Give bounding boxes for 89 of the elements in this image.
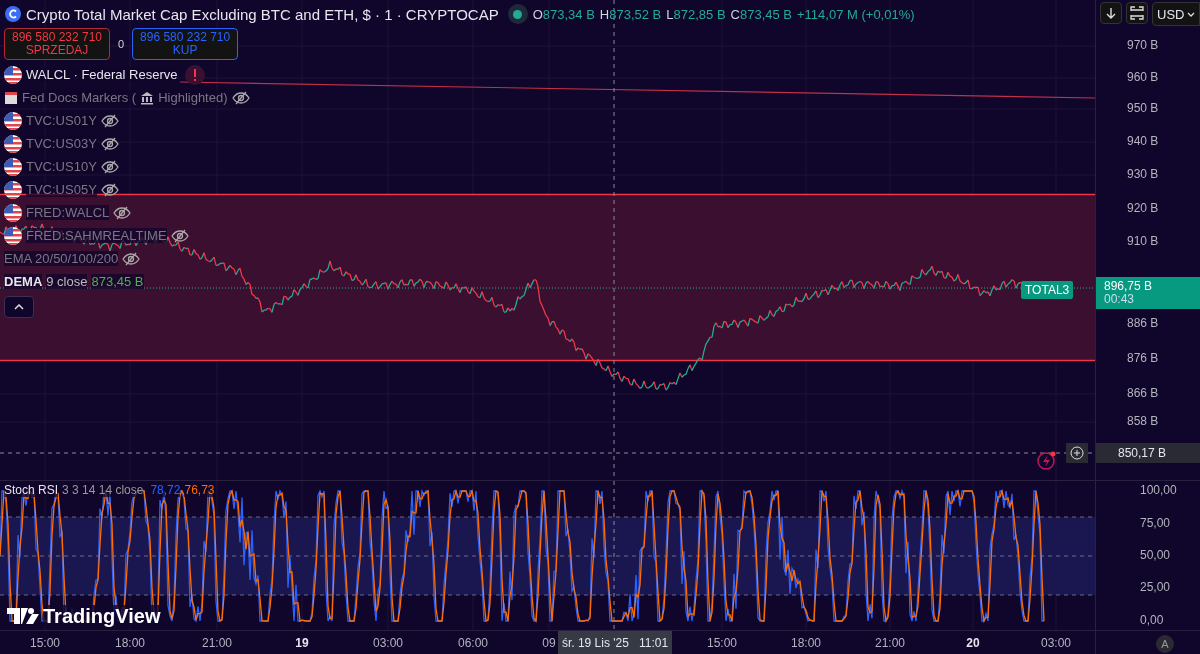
arrow-down-icon: [1106, 7, 1116, 19]
spread-value: 0: [118, 38, 125, 50]
rsi-label: 50,00: [1140, 548, 1171, 562]
ohlc-value: C873,45 B: [730, 6, 792, 22]
price-label: 876 B: [1127, 351, 1159, 365]
lightning-icon[interactable]: [1037, 451, 1056, 470]
plus-icon: [1070, 446, 1084, 460]
time-label: 03:00: [1041, 636, 1071, 650]
time-label: 21:00: [875, 636, 905, 650]
indicator-name[interactable]: Stoch RSI: [4, 483, 59, 497]
price-label: 970 B: [1127, 38, 1159, 52]
legend-label[interactable]: EMA 20/50/100/200: [4, 251, 119, 266]
warning-icon[interactable]: [185, 64, 206, 85]
currency-dropdown[interactable]: USD: [1152, 2, 1200, 26]
legend-label[interactable]: TVC:US10Y: [26, 159, 97, 174]
ohlc-value: O873,34 B: [532, 6, 595, 22]
legend-label[interactable]: FRED:WALCL: [26, 205, 110, 220]
time-label: 21:00: [202, 636, 232, 650]
rsi-label: 75,00: [1140, 516, 1171, 530]
rsi-label: 25,00: [1140, 580, 1171, 594]
legend-label[interactable]: WALCL · Federal Reserve: [26, 67, 178, 82]
indicator-value: 78,72: [150, 483, 181, 497]
time-label: 18:00: [115, 636, 145, 650]
flag-icon: [4, 111, 22, 130]
indicator-params: 3 3 14 14 close: [62, 483, 144, 497]
price-label: 858 B: [1127, 414, 1159, 428]
bank-icon: [140, 90, 155, 105]
ohlc-value: H873,52 B: [599, 6, 662, 22]
indicator-value: 873,45 B: [91, 274, 144, 289]
price-label: 950 B: [1127, 101, 1159, 115]
ohlc-value: L872,85 B: [666, 6, 726, 22]
price-label: 886 B: [1127, 316, 1159, 330]
price-label: 940 B: [1127, 134, 1159, 148]
legend-label[interactable]: TVC:US05Y: [26, 182, 97, 197]
price-label: 910 B: [1127, 234, 1159, 248]
legend-label[interactable]: Fed Docs Markers (: [22, 90, 137, 105]
eye-off-icon[interactable]: [100, 159, 119, 174]
auto-scale-button[interactable]: A: [1156, 635, 1174, 653]
legend-label[interactable]: DEMA: [4, 274, 43, 289]
caret-icon: [14, 304, 24, 310]
price-change: +114,07 M (+0,01%): [797, 6, 915, 22]
time-label: 19: [295, 636, 309, 650]
legend-label[interactable]: TVC:US01Y: [26, 113, 97, 128]
eye-off-icon[interactable]: [100, 113, 119, 128]
flag-icon: [4, 180, 22, 199]
calendar-icon: [4, 90, 18, 105]
time-label: 20: [966, 636, 980, 650]
indicator-params: 9 close: [46, 274, 88, 289]
price-label: 866 B: [1127, 386, 1159, 400]
rsi-label: 0,00: [1140, 613, 1164, 627]
time-label: 06:00: [458, 636, 488, 650]
fullscreen-button[interactable]: [1126, 2, 1148, 24]
eye-off-icon[interactable]: [100, 136, 119, 151]
eye-off-icon[interactable]: [231, 90, 250, 105]
download-button[interactable]: [1100, 2, 1122, 24]
eye-off-icon[interactable]: [122, 251, 141, 266]
caret-icon: [1187, 11, 1195, 17]
legend-label: Highlighted): [158, 90, 228, 105]
crosshair-date: śr. 19 Lis '25 11:01: [558, 631, 672, 654]
legend-label[interactable]: FRED:SAHMREALTIME: [26, 228, 167, 243]
time-label: 03:00: [373, 636, 403, 650]
flag-icon: [4, 157, 22, 176]
price-label: 920 B: [1127, 201, 1159, 215]
eye-off-icon[interactable]: [100, 182, 119, 197]
logo-icon: [7, 608, 39, 624]
price-label: 930 B: [1127, 167, 1159, 181]
frame-icon: [1130, 6, 1144, 20]
add-button[interactable]: [1066, 443, 1088, 463]
time-label: 18:00: [791, 636, 821, 650]
flag-icon: [4, 65, 22, 84]
legend-label[interactable]: TVC:US03Y: [26, 136, 97, 151]
symbol-tag: TOTAL3: [1021, 281, 1074, 299]
flag-icon: [4, 134, 22, 153]
price-label: 960 B: [1127, 70, 1159, 84]
last-price-badge: 896,75 B 00:43: [1096, 277, 1200, 309]
sell-button[interactable]: 896 580 232 710 SPRZEDAJ: [4, 28, 110, 60]
eye-off-icon[interactable]: [170, 228, 189, 243]
time-label: 15:00: [707, 636, 737, 650]
rsi-label: 100,00: [1140, 483, 1177, 497]
buy-button[interactable]: 896 580 232 710 KUP: [132, 28, 239, 60]
logo-icon: [5, 6, 21, 22]
eye-off-icon[interactable]: [113, 205, 132, 220]
crosshair-price: 850,17 B: [1096, 443, 1200, 463]
chart-title: Crypto Total Market Cap Excluding BTC and ETH, $ · 1 · CRYPTOCAP: [26, 5, 499, 23]
time-label: 15:00: [30, 636, 60, 650]
logo-text: TradingView: [43, 605, 161, 627]
time-label: 09: [542, 636, 556, 650]
indicator-value: 76,73: [184, 483, 215, 497]
collapse-button[interactable]: [4, 296, 34, 318]
